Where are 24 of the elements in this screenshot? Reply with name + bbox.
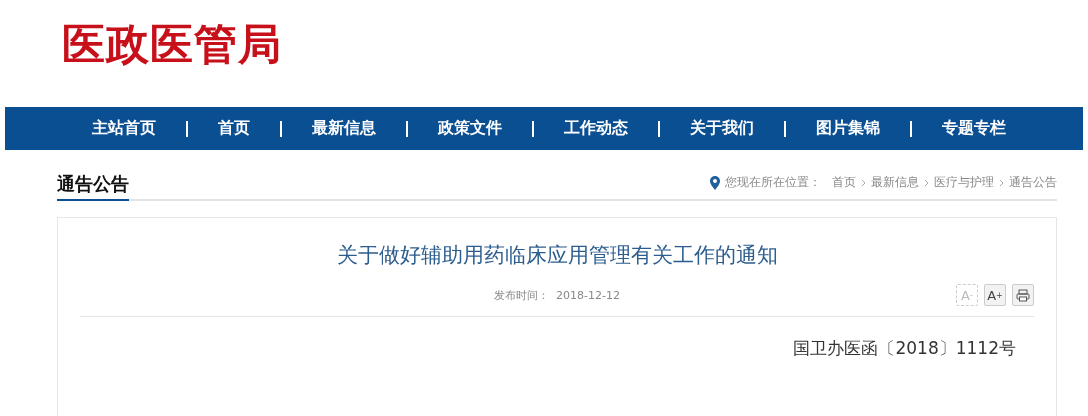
section-title: 通告公告 [57, 172, 129, 201]
breadcrumb-link[interactable]: 最新信息 [871, 174, 919, 191]
print-button[interactable] [1012, 284, 1034, 306]
document-number: 国卫办医函〔2018〕1112号 [792, 337, 1017, 360]
publish-date: 发布时间： 2018-12-12 [494, 289, 620, 302]
location-pin-icon [710, 175, 720, 190]
breadcrumb-label: 您现在所在位置： [725, 174, 821, 191]
chevron-right-icon [924, 178, 929, 187]
chevron-right-icon [999, 178, 1004, 187]
nav-link[interactable]: 关于我们 [660, 118, 784, 139]
nav-link[interactable]: 专题专栏 [912, 118, 1036, 139]
nav-link[interactable]: 图片集锦 [786, 118, 910, 139]
chevron-right-icon [861, 178, 866, 187]
nav-link[interactable]: 政策文件 [408, 118, 532, 139]
breadcrumb-link[interactable]: 首页 [832, 174, 856, 191]
breadcrumb-link[interactable]: 医疗与护理 [934, 174, 994, 191]
breadcrumb-link[interactable]: 通告公告 [1009, 174, 1057, 191]
nav-link[interactable]: 工作动态 [534, 118, 658, 139]
article-title: 关于做好辅助用药临床应用管理有关工作的通知 [335, 242, 779, 269]
site-logo: 医政医管局 [62, 19, 282, 69]
nav-link[interactable]: 首页 [188, 118, 280, 139]
nav-link[interactable]: 主站首页 [62, 118, 186, 139]
font-size-button[interactable]: A$^{+}$ [984, 284, 1006, 306]
nav-link[interactable]: 最新信息 [282, 118, 406, 139]
